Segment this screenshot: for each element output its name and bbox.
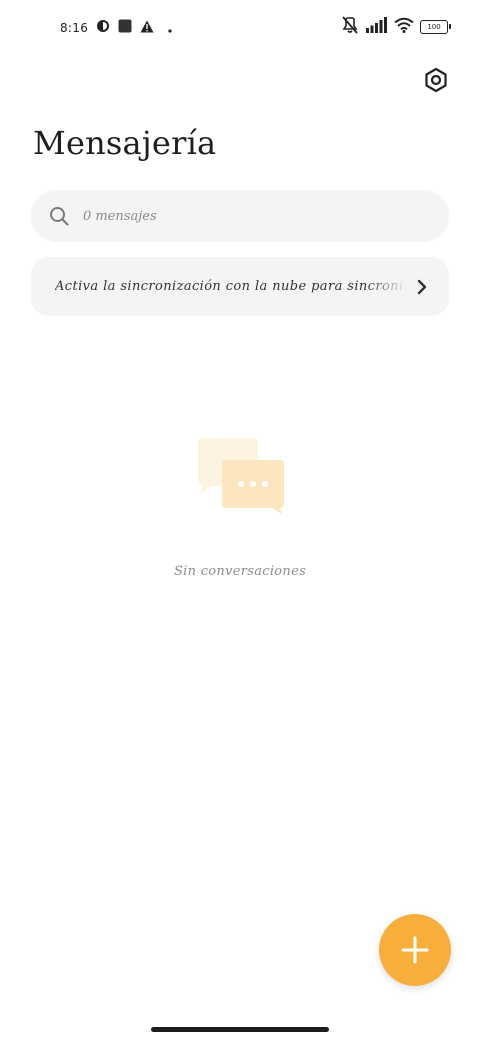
search-bar[interactable]: [31, 190, 449, 242]
chevron-right-icon: [417, 279, 427, 295]
cloud-sync-banner[interactable]: Activa la sincronización con la nube par…: [31, 257, 449, 316]
settings-button[interactable]: [420, 64, 452, 96]
search-icon: [50, 207, 69, 226]
wifi-icon: [394, 17, 414, 37]
vibrate-icon: [340, 16, 360, 38]
square-notification-icon: [118, 18, 132, 37]
status-left: 8:16: [60, 18, 172, 37]
data-saver-icon: [96, 18, 110, 37]
status-time: 8:16: [60, 20, 89, 35]
battery-level: 100: [427, 22, 441, 31]
search-input[interactable]: [81, 207, 405, 225]
page-title: Mensajería: [33, 124, 217, 162]
plus-icon: [401, 936, 429, 964]
signal-icon: [366, 17, 388, 37]
messaging-screen: 8:16 100 Mensajería 0 mensajes Activa la…: [0, 0, 480, 1040]
dot-icon: [168, 18, 172, 37]
home-indicator[interactable]: [151, 1027, 329, 1032]
empty-state-text: Sin conversaciones: [173, 564, 307, 579]
new-message-button[interactable]: [379, 914, 451, 986]
battery-icon: 100: [420, 20, 451, 34]
warning-icon: [140, 18, 154, 37]
chat-bubbles-icon: [196, 436, 286, 516]
cloud-sync-text: Activa la sincronización con la nube par…: [55, 279, 407, 294]
settings-hexagon-icon: [425, 67, 447, 93]
status-bar: 8:16 100: [0, 14, 480, 42]
status-right: 100: [340, 16, 451, 38]
